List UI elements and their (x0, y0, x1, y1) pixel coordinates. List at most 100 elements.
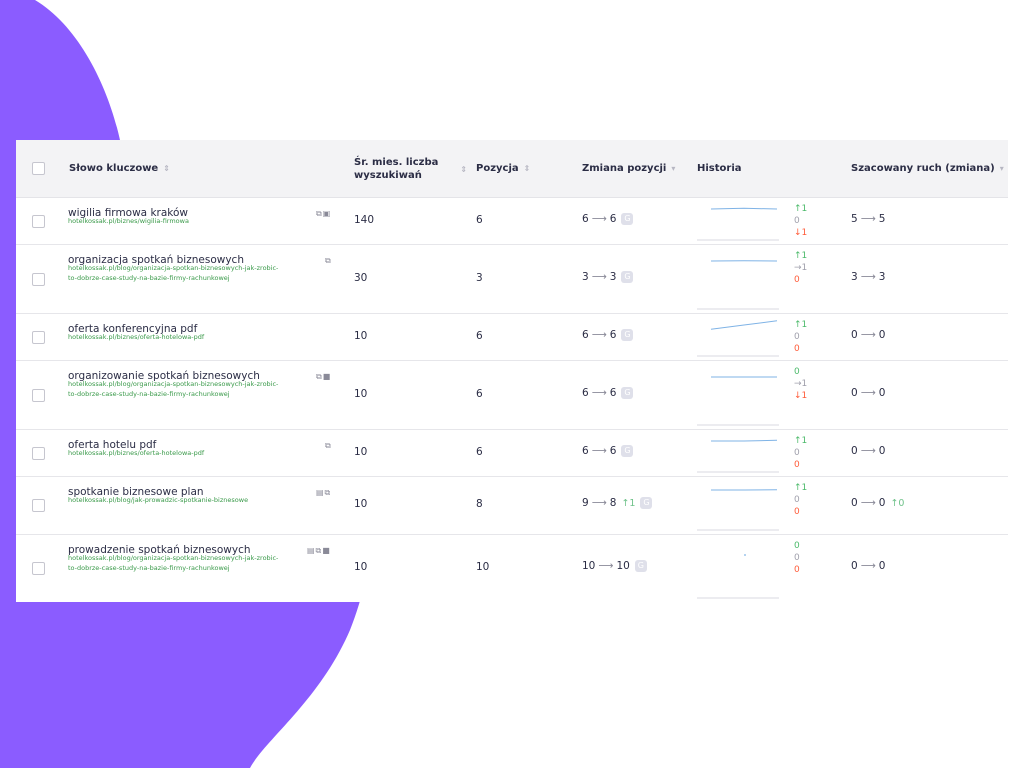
sort-icon[interactable]: ⇕ (460, 163, 467, 176)
position-from: 10 (582, 560, 596, 572)
column-header-keyword-label: Słowo kluczowe (69, 163, 159, 174)
history-label: ↑1 (794, 204, 808, 214)
serp-features-icon: ⧉▣ (316, 209, 332, 218)
sort-icon[interactable]: ⇕ (524, 162, 531, 175)
history-label: 0 (794, 507, 800, 517)
arrow-right-icon: ⟶ (598, 560, 614, 572)
arrow-right-icon: ⟶ (860, 270, 876, 283)
keyword-url[interactable]: hotelkossak.pl/biznes/wigilia-firmowa (68, 216, 280, 226)
history-label: 0 (794, 448, 800, 458)
position-from: 6 (582, 386, 589, 399)
arrow-right-icon: ⟶ (860, 444, 876, 457)
google-icon[interactable]: G (621, 212, 634, 225)
traffic-to: 0 (878, 386, 886, 399)
google-icon[interactable]: G (640, 497, 653, 509)
position-value: 3 (476, 271, 483, 284)
traffic-change: 0 ⟶ 0 (851, 387, 885, 399)
chevron-down-icon[interactable]: ▾ (671, 162, 675, 175)
column-header-history: Historia (697, 162, 742, 175)
traffic-from: 0 (851, 386, 858, 399)
traffic-change: 5 ⟶ 5 (851, 213, 885, 225)
row-checkbox[interactable] (32, 214, 45, 228)
select-all-checkbox[interactable] (32, 162, 45, 175)
traffic-from: 3 (851, 270, 858, 283)
keyword-url[interactable]: hotelkossak.pl/blog/organizacja-spotkan-… (68, 553, 280, 573)
history-label: ↑1 (794, 436, 808, 446)
traffic-change: 0 ⟶ 0 (851, 445, 885, 457)
google-icon[interactable]: G (621, 328, 634, 341)
keyword-url[interactable]: hotelkossak.pl/biznes/oferta-hotelowa-pd… (68, 332, 280, 342)
keyword-url[interactable]: hotelkossak.pl/blog/organizacja-spotkan-… (68, 263, 280, 283)
column-header-traffic[interactable]: Szacowany ruch (zmiana) ▾ (851, 162, 1004, 175)
row-checkbox[interactable] (32, 446, 45, 460)
history-label: ↑1 (794, 483, 808, 493)
history-sparkline (697, 260, 779, 310)
traffic-from: 0 (851, 328, 858, 341)
google-icon[interactable]: G (634, 560, 647, 572)
chevron-down-icon[interactable]: ▾ (1000, 162, 1004, 175)
history-label: 0 (794, 565, 800, 575)
google-icon[interactable]: G (621, 444, 634, 457)
history-label: 0 (794, 367, 800, 377)
history-sparkline (697, 376, 779, 426)
row-checkbox[interactable] (32, 330, 45, 344)
row-checkbox[interactable] (32, 272, 45, 286)
table-row: oferta konferencyjna pdf hotelkossak.pl/b… (16, 313, 1008, 361)
history-label: 0 (794, 216, 800, 226)
position-change: 9 ⟶ 8 ↑1 G (582, 497, 653, 509)
table-row: spotkanie biznesowe plan hotelkossak.pl/b… (16, 476, 1008, 535)
serp-features-icon: ⧉■ (316, 372, 332, 381)
position-to: 6 (609, 212, 617, 225)
history-sparkline (697, 439, 779, 473)
history-cell: ↑1 0 0 (697, 479, 807, 531)
arrow-right-icon: ⟶ (591, 444, 607, 457)
sort-icon[interactable]: ⇕ (163, 162, 170, 175)
row-checkbox[interactable] (32, 499, 45, 512)
keyword-url[interactable]: hotelkossak.pl/blog/jak-prowadzic-spotka… (68, 495, 280, 505)
column-header-volume-line1: Śr. mies. liczba (354, 157, 439, 168)
search-volume: 10 (354, 445, 368, 458)
position-value: 10 (476, 561, 490, 573)
position-change: 6 ⟶ 6 G (582, 328, 634, 341)
history-cell: ↑1 0 ↓1 (697, 200, 807, 241)
search-volume: 10 (354, 387, 368, 400)
keyword-url[interactable]: hotelkossak.pl/blog/organizacja-spotkan-… (68, 379, 280, 399)
history-label: ↑1 (794, 251, 808, 261)
traffic-change: 3 ⟶ 3 (851, 271, 885, 283)
column-header-history-label: Historia (697, 163, 742, 174)
google-icon[interactable]: G (621, 386, 634, 399)
column-header-position-label: Pozycja (476, 163, 519, 174)
history-label: →1 (794, 263, 808, 273)
traffic-to: 0 (878, 497, 886, 509)
keyword-url[interactable]: hotelkossak.pl/biznes/oferta-hotelowa-pd… (68, 448, 280, 458)
position-to: 6 (609, 444, 617, 457)
history-cell: 0 →1 ↓1 (697, 363, 807, 426)
arrow-right-icon: ⟶ (591, 386, 607, 399)
history-label: 0 (794, 344, 800, 354)
column-header-keyword[interactable]: Słowo kluczowe ⇕ (69, 162, 170, 175)
traffic-to: 5 (878, 212, 886, 225)
arrow-right-icon: ⟶ (591, 212, 607, 225)
arrow-right-icon: ⟶ (860, 212, 876, 225)
traffic-change: 0 ⟶ 0 (851, 560, 885, 572)
position-from: 9 (582, 497, 589, 509)
google-icon[interactable]: G (621, 270, 634, 283)
table-header: Słowo kluczowe ⇕ Śr. mies. liczba wyszuk… (16, 140, 1008, 198)
column-header-traffic-label: Szacowany ruch (zmiana) (851, 163, 995, 174)
serp-features-icon: ▤⧉ (316, 488, 332, 497)
history-cell: ↑1 →1 0 (697, 247, 807, 310)
history-label: ↑1 (794, 320, 808, 330)
arrow-right-icon: ⟶ (860, 328, 876, 341)
serp-features-icon: ⧉ (325, 256, 332, 265)
row-checkbox[interactable] (32, 562, 45, 575)
traffic-from: 0 (851, 444, 858, 457)
search-volume: 10 (354, 561, 368, 573)
column-header-position[interactable]: Pozycja ⇕ (476, 162, 530, 175)
arrow-right-icon: ⟶ (591, 497, 607, 509)
column-header-change[interactable]: Zmiana pozycji ▾ (582, 162, 675, 175)
row-checkbox[interactable] (32, 388, 45, 402)
position-change: 3 ⟶ 3 G (582, 270, 634, 283)
position-to: 3 (609, 270, 617, 283)
column-header-volume[interactable]: Śr. mies. liczba wyszukiwań ⇕ (354, 156, 467, 182)
traffic-change: 0 ⟶ 0 (851, 329, 885, 341)
